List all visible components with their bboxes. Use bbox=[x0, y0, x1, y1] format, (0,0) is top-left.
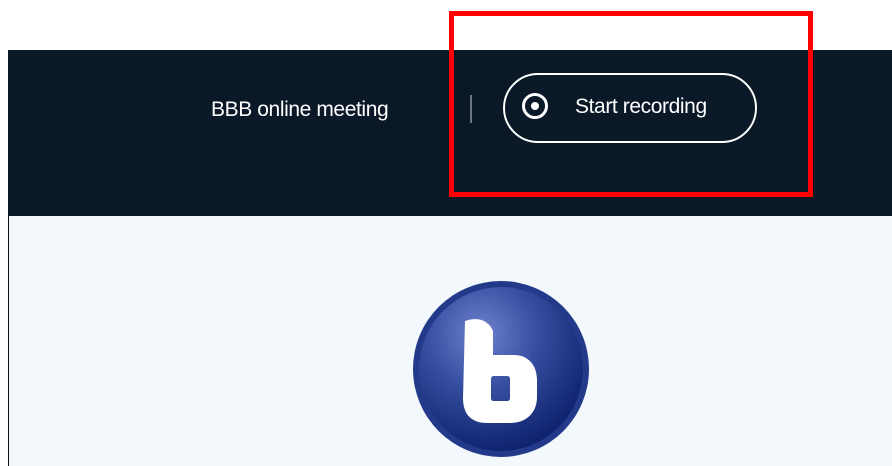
top-bar bbox=[8, 50, 892, 216]
start-recording-label: Start recording bbox=[575, 95, 707, 118]
bigbluebutton-logo-icon bbox=[413, 281, 589, 457]
title-divider bbox=[470, 95, 472, 123]
record-icon bbox=[522, 93, 548, 119]
meeting-title: BBB online meeting bbox=[211, 98, 389, 121]
record-dot-icon bbox=[531, 102, 539, 110]
meeting-page: BBB online meeting Start recording bbox=[0, 0, 892, 466]
